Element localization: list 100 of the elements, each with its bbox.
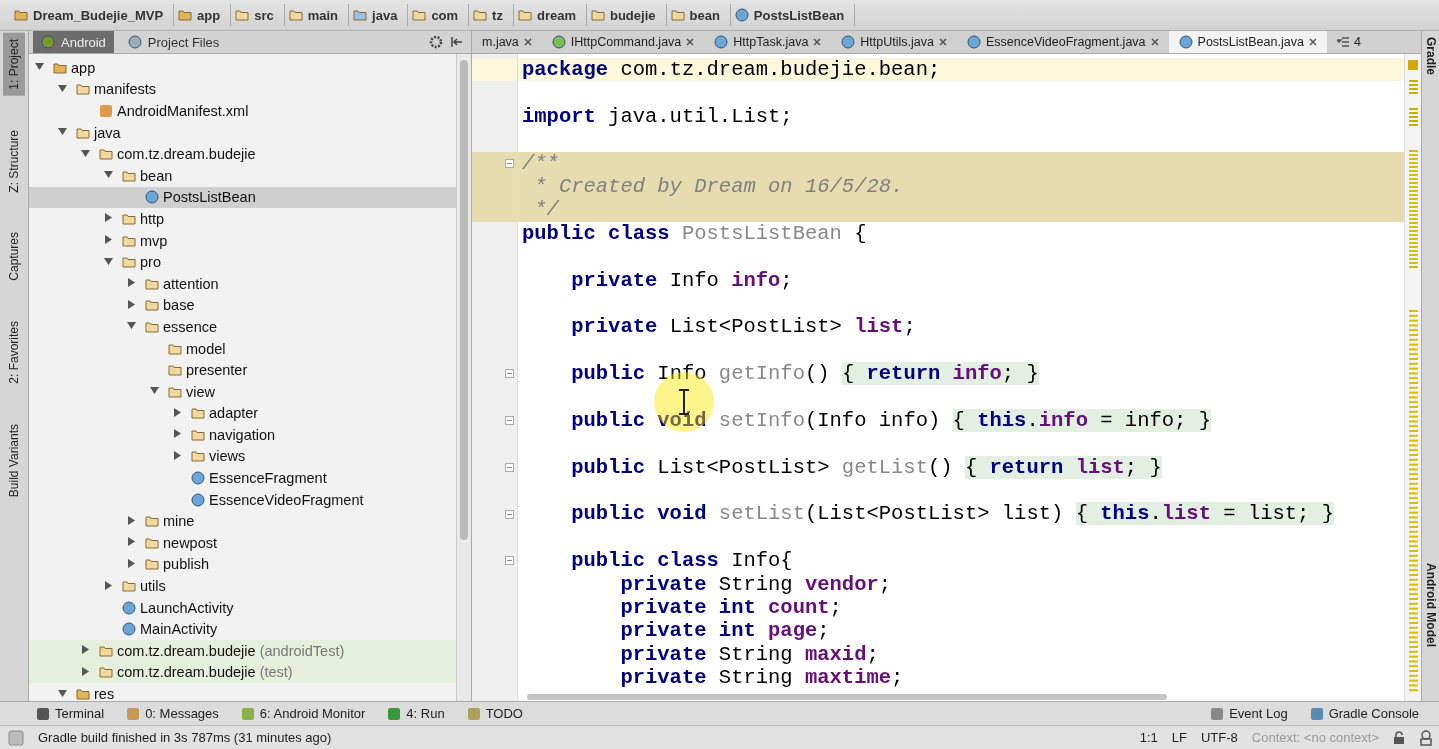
expanded-arrow-icon[interactable] [58, 127, 67, 137]
scrollbar-thumb[interactable] [527, 694, 1167, 700]
expanded-arrow-icon[interactable] [81, 148, 90, 158]
tree-item[interactable]: views [29, 445, 456, 468]
view-tab[interactable]: Project Files [119, 31, 228, 53]
tree-item[interactable]: view [29, 380, 456, 403]
expanded-arrow-icon[interactable] [35, 62, 44, 72]
tree-item[interactable]: newpost [29, 532, 456, 554]
collapsed-arrow-icon[interactable] [127, 537, 136, 547]
tool-window-tab[interactable]: Z: Structure [3, 123, 25, 199]
collapsed-arrow-icon[interactable] [127, 299, 136, 309]
breadcrumb[interactable]: Dream_Budejie_MVP [12, 4, 175, 26]
expanded-arrow-icon[interactable] [58, 83, 67, 93]
caret-position[interactable]: 1:1 [1139, 730, 1158, 745]
tool-window-button[interactable]: Event Log [1210, 706, 1288, 721]
close-icon[interactable] [686, 38, 695, 46]
collapsed-arrow-icon[interactable] [127, 558, 136, 568]
close-icon[interactable] [938, 38, 947, 46]
fold-icon[interactable] [505, 369, 514, 379]
tree-item[interactable]: navigation [29, 424, 456, 446]
tree-item[interactable]: EssenceFragment [29, 467, 456, 489]
tree-item[interactable]: attention [29, 272, 456, 295]
fold-icon[interactable] [505, 509, 514, 519]
collapsed-arrow-icon[interactable] [173, 451, 182, 460]
lock-icon[interactable] [1393, 730, 1405, 745]
tree-item[interactable]: http [29, 208, 456, 230]
breadcrumb[interactable]: PostsListBean [732, 4, 856, 26]
editor-tab[interactable]: HttpUtils.java [831, 31, 957, 53]
tool-window-tab[interactable]: Gradle [1422, 33, 1439, 79]
expanded-arrow-icon[interactable] [150, 386, 159, 396]
editor-tab[interactable]: m.java [472, 31, 542, 53]
tree-item[interactable]: java [29, 121, 456, 144]
line-separator[interactable]: LF [1171, 730, 1187, 745]
tree-item[interactable]: utils [29, 575, 456, 597]
tree-item[interactable]: com.tz.dream.budejie (test) [29, 661, 456, 684]
collapsed-arrow-icon[interactable] [104, 235, 113, 245]
close-icon[interactable] [1150, 38, 1159, 46]
settings-icon[interactable] [429, 35, 443, 49]
close-icon[interactable] [1308, 38, 1317, 46]
view-tab[interactable]: Android [33, 31, 114, 53]
fold-icon[interactable] [505, 462, 514, 472]
tool-window-button[interactable]: 6: Android Monitor [240, 706, 366, 721]
tool-window-tab[interactable]: Android Model [1422, 559, 1439, 651]
collapsed-arrow-icon[interactable] [104, 580, 113, 590]
tree-item[interactable]: pro [29, 251, 456, 273]
file-encoding[interactable]: UTF-8 [1200, 730, 1238, 745]
hide-icon[interactable] [449, 35, 463, 49]
expanded-arrow-icon[interactable] [104, 256, 113, 266]
tool-window-button[interactable]: Gradle Console [1309, 706, 1419, 721]
fold-icon[interactable] [505, 158, 514, 168]
tree-item[interactable]: essence [29, 316, 456, 338]
tree-item[interactable]: app [29, 57, 456, 79]
tree-item[interactable]: mvp [29, 229, 456, 252]
tree-item[interactable]: base [29, 294, 456, 317]
tool-window-button[interactable]: 4: Run [387, 706, 445, 721]
tree-item[interactable]: res [29, 683, 456, 701]
tree-item[interactable]: com.tz.dream.budejie [29, 143, 456, 165]
collapsed-arrow-icon[interactable] [173, 429, 182, 439]
tool-window-button[interactable]: Terminal [36, 706, 105, 721]
tree-item[interactable]: AndroidManifest.xml [29, 100, 456, 122]
tree-item[interactable]: bean [29, 164, 456, 187]
tree-item[interactable]: EssenceVideoFragment [29, 488, 456, 511]
expanded-arrow-icon[interactable] [104, 170, 113, 180]
collapsed-arrow-icon[interactable] [127, 515, 136, 525]
tree-item[interactable]: manifests [29, 78, 456, 101]
collapsed-arrow-icon[interactable] [127, 278, 136, 288]
close-icon[interactable] [813, 38, 822, 46]
breadcrumb[interactable]: app [176, 4, 232, 26]
editor-tab[interactable]: PostsListBean.java [1168, 31, 1327, 53]
tree-item[interactable]: adapter [29, 402, 456, 425]
breadcrumb[interactable]: com [410, 4, 470, 26]
breadcrumb[interactable]: dream [515, 4, 587, 26]
tool-window-tab[interactable]: Build Variants [3, 417, 25, 503]
breadcrumb[interactable]: budejie [589, 4, 667, 26]
tree-item[interactable]: LaunchActivity [29, 596, 456, 619]
close-icon[interactable] [523, 38, 532, 46]
tree-item[interactable]: PostsListBean [29, 186, 456, 209]
expanded-arrow-icon[interactable] [127, 321, 136, 331]
tree-item[interactable]: model [29, 337, 456, 360]
editor-tab[interactable]: EssenceVideoFragment.java [956, 31, 1169, 53]
tree-item[interactable]: publish [29, 553, 456, 576]
tool-window-button[interactable]: 0: Messages [126, 706, 219, 721]
collapsed-arrow-icon[interactable] [81, 666, 90, 676]
editor-tab[interactable]: IHttpCommand.java [541, 31, 705, 53]
tool-window-tab[interactable]: 2: Favorites [3, 315, 25, 390]
editor-tab[interactable]: HttpTask.java [704, 31, 832, 53]
scrollbar-thumb[interactable] [460, 60, 468, 540]
fold-icon[interactable] [505, 556, 514, 566]
breadcrumb[interactable]: bean [668, 4, 731, 26]
breadcrumb[interactable]: main [286, 4, 350, 26]
fold-icon[interactable] [505, 416, 514, 426]
breadcrumb[interactable]: java [351, 4, 409, 26]
tree-item[interactable]: MainActivity [29, 618, 456, 641]
breadcrumb[interactable]: src [233, 4, 285, 26]
tool-window-tab[interactable]: 1: Project [3, 33, 25, 96]
collapsed-arrow-icon[interactable] [104, 213, 113, 223]
hidden-tabs-button[interactable]: 4 [1326, 31, 1371, 53]
tree-item[interactable]: com.tz.dream.budejie (androidTest) [29, 640, 456, 662]
breadcrumb[interactable]: tz [471, 4, 514, 26]
collapsed-arrow-icon[interactable] [173, 407, 182, 417]
